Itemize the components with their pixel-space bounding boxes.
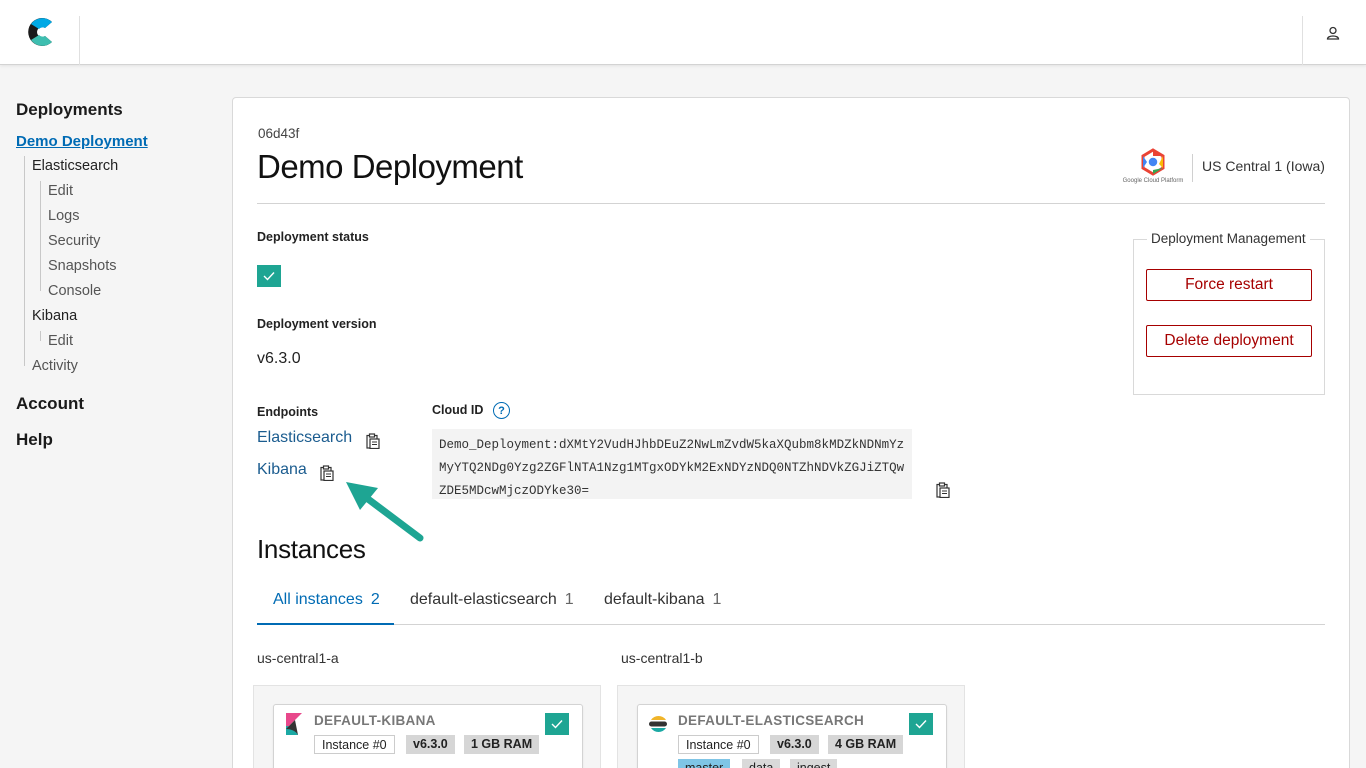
help-icon[interactable]: ? — [493, 402, 510, 419]
copy-elasticsearch-endpoint-button[interactable] — [365, 432, 381, 450]
deployment-management-box — [1133, 239, 1325, 395]
instance-tabs: All instances 2 default-elasticsearch 1 de… — [257, 585, 1325, 625]
deployment-panel: 06d43f Demo Deployment Google Cloud Plat… — [232, 97, 1350, 768]
status-badge — [545, 713, 569, 735]
ram-tag: 4 GB RAM — [828, 735, 904, 754]
tab-count: 2 — [370, 591, 380, 608]
ram-tag: 1 GB RAM — [464, 735, 540, 754]
instances-title: Instances — [257, 534, 366, 564]
instance-number-tag: Instance #0 — [314, 735, 395, 754]
tree-line — [40, 181, 41, 291]
sidebar: Deployments Demo Deployment Elasticsearc… — [0, 66, 230, 768]
topbar-divider — [1302, 16, 1303, 65]
copy-kibana-endpoint-button[interactable] — [319, 464, 335, 482]
role-tag: data — [742, 759, 781, 768]
tab-count: 1 — [712, 591, 722, 608]
instance-card-elasticsearch[interactable]: DEFAULT-ELASTICSEARCH Instance #0 v6.3.0… — [637, 704, 947, 768]
zone-label: us-central1-a — [257, 650, 339, 666]
deployment-id: 06d43f — [258, 126, 300, 141]
header-divider — [257, 203, 1325, 204]
sidebar-item-security[interactable]: Security — [48, 233, 100, 249]
sidebar-item-logs[interactable]: Logs — [48, 208, 79, 224]
deployment-version-label: Deployment version — [257, 317, 377, 331]
clipboard-icon — [366, 433, 380, 449]
sidebar-item-kibana[interactable]: Kibana — [32, 308, 77, 324]
deployment-status-label: Deployment status — [257, 230, 369, 244]
status-badge — [909, 713, 933, 735]
delete-deployment-button[interactable]: Delete deployment — [1146, 325, 1312, 357]
sidebar-item-elasticsearch[interactable]: Elasticsearch — [32, 158, 118, 174]
sidebar-item-snapshots[interactable]: Snapshots — [48, 258, 117, 274]
deployment-version: v6.3.0 — [257, 350, 301, 367]
sidebar-help[interactable]: Help — [16, 430, 53, 450]
tab-all-instances[interactable]: All instances 2 — [257, 585, 394, 625]
instance-name: DEFAULT-ELASTICSEARCH — [678, 713, 865, 728]
sidebar-item-demo-deployment[interactable]: Demo Deployment — [16, 133, 148, 150]
user-icon — [1326, 26, 1340, 40]
tab-count: 1 — [564, 591, 574, 608]
sidebar-item-activity[interactable]: Activity — [32, 358, 78, 374]
user-menu-button[interactable] — [1322, 22, 1344, 44]
kibana-endpoint-link[interactable]: Kibana — [257, 461, 307, 479]
tab-label: default-elasticsearch — [410, 591, 557, 608]
deployment-management-title: Deployment Management — [1147, 231, 1310, 246]
clipboard-icon — [320, 465, 334, 481]
check-icon — [551, 720, 563, 729]
topbar-divider — [79, 16, 80, 65]
instance-number-tag: Instance #0 — [678, 735, 759, 754]
region-divider — [1192, 154, 1193, 182]
provider-name: Google Cloud Platform — [1122, 178, 1184, 184]
tab-label: default-kibana — [604, 591, 705, 608]
version-tag: v6.3.0 — [770, 735, 819, 754]
endpoints-label: Endpoints — [257, 405, 319, 419]
elasticsearch-endpoint-link[interactable]: Elasticsearch — [257, 429, 352, 447]
region-label: US Central 1 (Iowa) — [1202, 158, 1325, 174]
zone-label: us-central1-b — [621, 650, 703, 666]
tree-line — [24, 156, 25, 366]
elastic-cloud-logo[interactable] — [25, 15, 57, 49]
tab-default-kibana[interactable]: default-kibana 1 — [604, 585, 721, 625]
cloud-id-value[interactable]: Demo_Deployment:dXMtY2VudHJhbDEuZ2NwLmZv… — [432, 429, 912, 499]
role-tag: ingest — [790, 759, 838, 768]
tree-line — [40, 331, 41, 341]
instance-name: DEFAULT-KIBANA — [314, 713, 436, 728]
page-title: Demo Deployment — [257, 148, 523, 185]
version-tag: v6.3.0 — [406, 735, 455, 754]
role-tag: master — [678, 759, 731, 768]
sidebar-account[interactable]: Account — [16, 394, 84, 414]
instance-card-kibana[interactable]: DEFAULT-KIBANA Instance #0 v6.3.0 1 GB R… — [273, 704, 583, 768]
tab-label: All instances — [273, 591, 363, 608]
top-bar — [0, 0, 1366, 65]
sidebar-item-console[interactable]: Console — [48, 283, 101, 299]
status-badge — [257, 265, 281, 287]
elasticsearch-icon — [649, 715, 667, 733]
sidebar-deployments[interactable]: Deployments — [16, 100, 123, 120]
cloud-id-label: Cloud ID — [432, 403, 484, 417]
tab-default-elasticsearch[interactable]: default-elasticsearch 1 — [410, 585, 574, 625]
kibana-icon — [286, 713, 302, 735]
force-restart-button[interactable]: Force restart — [1146, 269, 1312, 301]
check-icon — [915, 720, 927, 729]
copy-cloud-id-button[interactable] — [935, 481, 951, 499]
clipboard-icon — [936, 482, 950, 498]
sidebar-item-kb-edit[interactable]: Edit — [48, 333, 73, 349]
check-icon — [263, 272, 275, 281]
sidebar-item-es-edit[interactable]: Edit — [48, 183, 73, 199]
